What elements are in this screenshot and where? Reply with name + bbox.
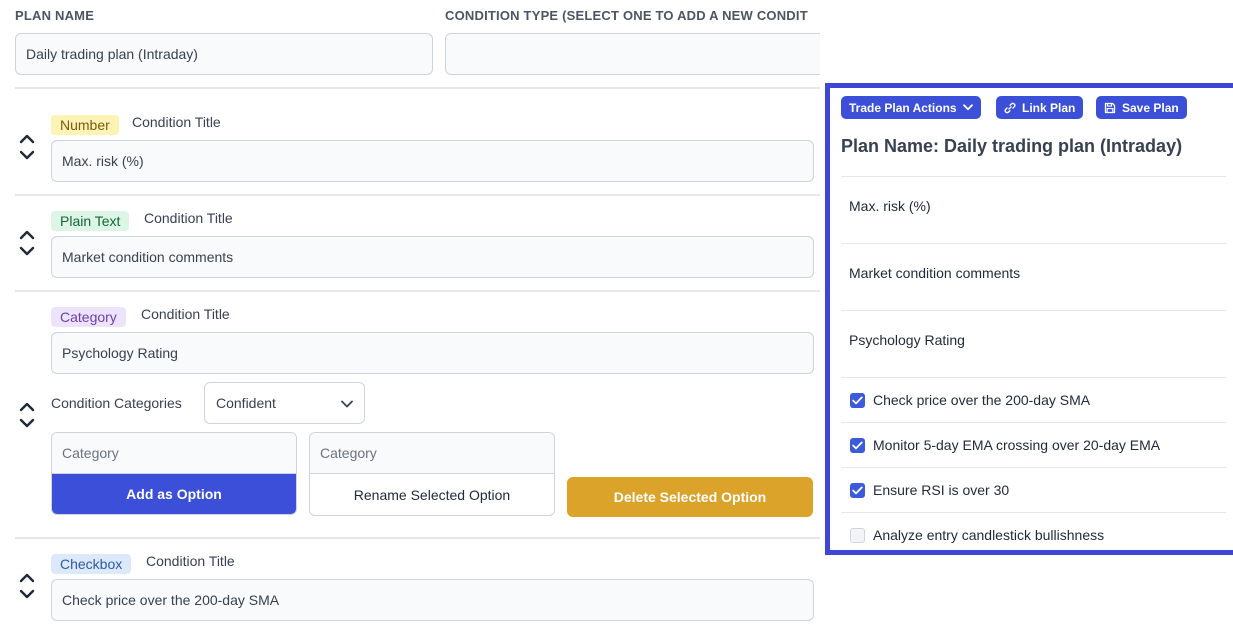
divider xyxy=(841,310,1226,311)
trade-plan-actions-label: Trade Plan Actions xyxy=(849,100,957,115)
divider xyxy=(15,194,820,196)
rename-selected-option-button[interactable]: Rename Selected Option xyxy=(310,474,554,515)
condition-title-input[interactable]: Max. risk (%) xyxy=(51,140,814,182)
condition-title-label: Condition Title xyxy=(146,553,235,569)
category-select[interactable]: Confident xyxy=(204,382,365,424)
plan-name-label: PLAN NAME xyxy=(15,8,95,23)
condition-title-input[interactable]: Market condition comments xyxy=(51,236,814,278)
plan-name-input[interactable]: Daily trading plan (Intraday) xyxy=(15,33,433,75)
checkbox-unchecked[interactable] xyxy=(850,528,865,543)
checkbox-checked[interactable] xyxy=(850,483,865,498)
divider xyxy=(15,87,820,89)
condition-title-label: Condition Title xyxy=(144,210,233,226)
reorder-arrows-icon[interactable] xyxy=(18,228,36,258)
link-plan-label: Link Plan xyxy=(1022,100,1076,115)
rename-option-group: Category Rename Selected Option xyxy=(309,432,555,516)
divider xyxy=(15,290,820,292)
delete-selected-option-button[interactable]: Delete Selected Option xyxy=(567,477,813,517)
condition-title-label: Condition Title xyxy=(132,114,221,130)
condition-type-select[interactable] xyxy=(445,33,820,75)
divider xyxy=(841,467,1226,468)
save-plan-button[interactable]: Save Plan xyxy=(1096,96,1187,119)
link-icon xyxy=(1004,102,1016,114)
checkbox-checked[interactable] xyxy=(850,438,865,453)
reorder-arrows-icon[interactable] xyxy=(18,571,36,601)
condition-title-input[interactable]: Psychology Rating xyxy=(51,332,814,374)
new-category-input[interactable]: Category xyxy=(52,433,296,474)
badge-checkbox: Checkbox xyxy=(51,554,132,574)
divider xyxy=(841,243,1226,244)
checkbox-label: Analyze entry candlestick bullishness xyxy=(873,527,1105,543)
divider xyxy=(841,422,1226,423)
badge-category: Category xyxy=(51,307,126,327)
preview-text-item: Psychology Rating xyxy=(849,332,965,348)
reorder-arrows-icon[interactable] xyxy=(18,400,36,430)
chevron-down-icon xyxy=(962,104,973,111)
save-icon xyxy=(1104,102,1116,114)
condition-categories-label: Condition Categories xyxy=(51,395,182,411)
category-select-value: Confident xyxy=(216,395,276,411)
link-plan-button[interactable]: Link Plan xyxy=(996,96,1084,119)
divider xyxy=(841,377,1226,378)
badge-number: Number xyxy=(51,115,119,135)
checkbox-label: Monitor 5-day EMA crossing over 20-day E… xyxy=(873,437,1161,453)
checkbox-checked[interactable] xyxy=(850,393,865,408)
checkbox-label: Check price over the 200-day SMA xyxy=(873,392,1091,408)
rename-category-input[interactable]: Category xyxy=(310,433,554,474)
add-as-option-button[interactable]: Add as Option xyxy=(52,474,296,514)
badge-plain-text: Plain Text xyxy=(51,211,130,231)
divider xyxy=(841,512,1226,513)
condition-title-label: Condition Title xyxy=(141,306,230,322)
preview-text-item: Max. risk (%) xyxy=(849,198,931,214)
preview-plan-title: Plan Name: Daily trading plan (Intraday) xyxy=(841,136,1183,156)
plan-preview-panel: Trade Plan Actions Link Plan Save Plan P… xyxy=(825,83,1233,555)
checkbox-label: Ensure RSI is over 30 xyxy=(873,482,1010,498)
preview-text-item: Market condition comments xyxy=(849,265,1021,281)
save-plan-label: Save Plan xyxy=(1122,100,1179,115)
chevron-down-icon xyxy=(341,395,353,411)
condition-title-input[interactable]: Check price over the 200-day SMA xyxy=(51,579,814,621)
plan-editor: PLAN NAME CONDITION TYPE (SELECT ONE TO … xyxy=(0,0,820,639)
divider xyxy=(841,176,1226,177)
reorder-arrows-icon[interactable] xyxy=(18,132,36,162)
divider xyxy=(15,537,820,539)
add-option-group: Category Add as Option xyxy=(51,432,297,515)
condition-type-label: CONDITION TYPE (SELECT ONE TO ADD A NEW … xyxy=(445,8,808,23)
trade-plan-actions-button[interactable]: Trade Plan Actions xyxy=(841,96,981,119)
